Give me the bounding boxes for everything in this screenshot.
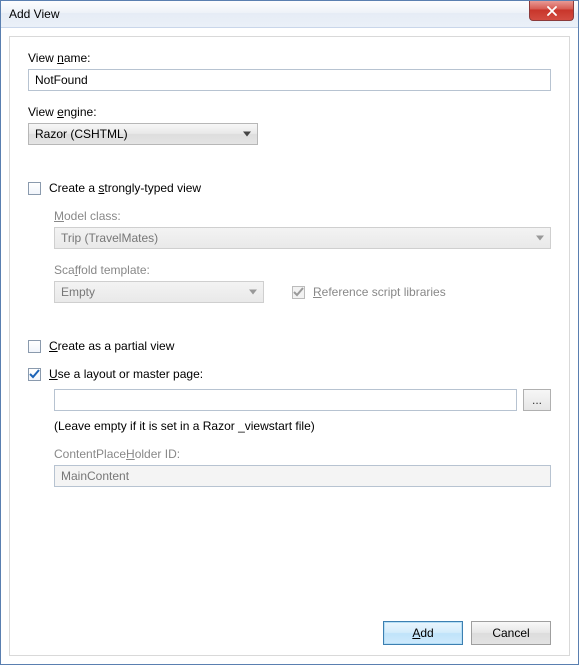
add-view-dialog: Add View View name: View engine: bbox=[0, 0, 579, 665]
model-class-combo: Trip (TravelMates) bbox=[54, 227, 551, 249]
model-class-value: Trip (TravelMates) bbox=[61, 231, 158, 245]
chevron-down-icon bbox=[243, 132, 251, 137]
strongly-typed-label: Create a strongly-typed view bbox=[49, 181, 201, 195]
view-name-input[interactable] bbox=[28, 69, 551, 91]
use-layout-checkbox[interactable] bbox=[28, 368, 41, 381]
view-engine-group: View engine: Razor (CSHTML) bbox=[28, 105, 551, 145]
reference-libs-label: Reference script libraries bbox=[313, 285, 446, 299]
strongly-typed-checkbox[interactable] bbox=[28, 182, 41, 195]
close-icon bbox=[546, 6, 558, 16]
strongly-typed-row: Create a strongly-typed view bbox=[28, 181, 551, 195]
view-name-group: View name: bbox=[28, 51, 551, 91]
cancel-button[interactable]: Cancel bbox=[471, 621, 551, 645]
browse-button[interactable]: ... bbox=[523, 389, 551, 411]
dialog-body: View name: View engine: Razor (CSHTML) bbox=[1, 28, 578, 664]
scaffold-value: Empty bbox=[61, 285, 95, 299]
view-engine-value: Razor (CSHTML) bbox=[35, 127, 128, 141]
layout-panel: ... (Leave empty if it is set in a Razor… bbox=[54, 381, 551, 487]
layout-path-input[interactable] bbox=[54, 389, 517, 411]
layout-hint: (Leave empty if it is set in a Razor _vi… bbox=[54, 419, 551, 433]
scaffold-label: Scaffold template: bbox=[54, 263, 551, 277]
chevron-down-icon bbox=[536, 236, 544, 241]
add-button[interactable]: Add bbox=[383, 621, 463, 645]
model-class-label: Model class: bbox=[54, 209, 551, 223]
reference-libs-row: Reference script libraries bbox=[292, 285, 446, 299]
partial-view-row: Create as a partial view bbox=[28, 339, 551, 353]
view-engine-label: View engine: bbox=[28, 105, 551, 119]
use-layout-row: Use a layout or master page: bbox=[28, 367, 551, 381]
chevron-down-icon bbox=[249, 290, 257, 295]
view-engine-combo[interactable]: Razor (CSHTML) bbox=[28, 123, 258, 145]
dialog-footer: Add Cancel bbox=[28, 609, 551, 645]
view-name-label: View name: bbox=[28, 51, 551, 65]
reference-libs-checkbox bbox=[292, 286, 305, 299]
scaffold-combo: Empty bbox=[54, 281, 264, 303]
window-title: Add View bbox=[9, 7, 59, 21]
content-panel: View name: View engine: Razor (CSHTML) bbox=[9, 36, 570, 656]
partial-view-checkbox[interactable] bbox=[28, 340, 41, 353]
strongly-typed-panel: Model class: Trip (TravelMates) Scaffold… bbox=[54, 209, 551, 317]
close-button[interactable] bbox=[529, 1, 574, 21]
cph-input bbox=[54, 465, 551, 487]
cph-label: ContentPlaceHolder ID: bbox=[54, 447, 551, 461]
use-layout-label: Use a layout or master page: bbox=[49, 367, 203, 381]
title-bar: Add View bbox=[1, 1, 578, 28]
partial-view-label: Create as a partial view bbox=[49, 339, 174, 353]
window-buttons bbox=[529, 1, 578, 27]
